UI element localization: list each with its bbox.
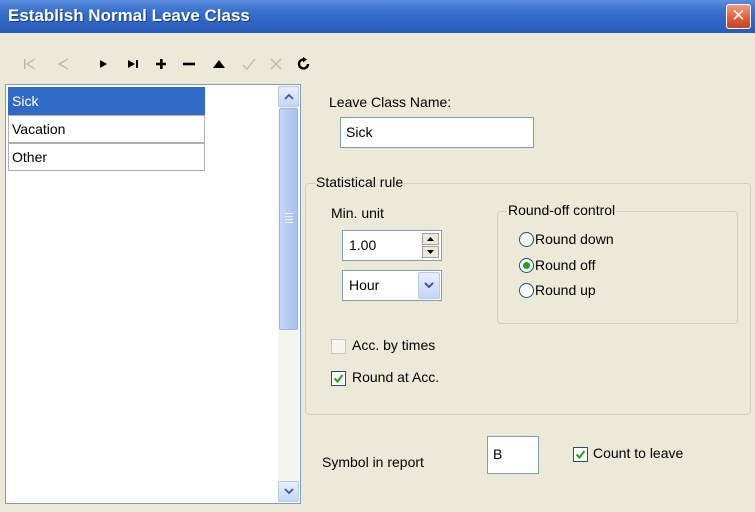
- add-record-button[interactable]: [150, 55, 172, 73]
- round-off-label[interactable]: Round off: [535, 257, 595, 273]
- leave-class-list[interactable]: Sick Vacation Other: [5, 84, 301, 504]
- last-record-icon: [128, 60, 138, 68]
- add-record-icon: [156, 59, 166, 69]
- scroll-down-button[interactable]: [278, 481, 299, 502]
- acc-by-times-label[interactable]: Acc. by times: [352, 337, 435, 353]
- spin-down-icon: [427, 250, 434, 254]
- close-button[interactable]: ✕: [726, 4, 751, 29]
- previous-record-icon: [57, 58, 69, 70]
- round-up-label[interactable]: Round up: [535, 282, 596, 298]
- count-to-leave-checkbox[interactable]: [573, 447, 588, 462]
- first-record-icon: [24, 58, 36, 70]
- round-off-control-legend: Round-off control: [507, 202, 617, 218]
- scroll-up-button[interactable]: [278, 86, 299, 107]
- next-record-button[interactable]: [92, 55, 114, 73]
- chevron-down-icon: [283, 488, 294, 495]
- window-title: Establish Normal Leave Class: [8, 6, 250, 25]
- round-up-radio[interactable]: [519, 283, 534, 298]
- statistical-rule-legend: Statistical rule: [315, 174, 405, 190]
- check-icon: [575, 450, 586, 460]
- leave-class-name-label: Leave Class Name:: [329, 94, 452, 110]
- radio-selected-dot: [523, 262, 530, 269]
- round-at-acc-checkbox[interactable]: [331, 371, 346, 386]
- symbol-in-report-label: Symbol in report: [322, 454, 424, 470]
- round-at-acc-label[interactable]: Round at Acc.: [352, 369, 439, 385]
- edit-record-icon: [213, 60, 225, 68]
- next-record-icon: [100, 60, 107, 68]
- post-record-icon: [242, 58, 256, 70]
- leave-class-name-input[interactable]: Sick: [340, 117, 534, 148]
- list-item[interactable]: Vacation: [8, 115, 205, 143]
- unit-dropdown-button[interactable]: [418, 272, 440, 299]
- chevron-down-icon: [424, 282, 434, 289]
- dialog-window: Establish Normal Leave Class ✕ Sick Vaca…: [0, 0, 755, 512]
- navigator-toolbar: [0, 33, 755, 83]
- round-down-label[interactable]: Round down: [535, 231, 614, 247]
- cancel-record-icon: [270, 58, 282, 70]
- symbol-in-report-input[interactable]: B: [487, 436, 539, 474]
- chevron-up-icon: [283, 93, 294, 100]
- last-record-button[interactable]: [122, 55, 144, 73]
- spin-up-button[interactable]: [422, 233, 439, 245]
- min-unit-stepper[interactable]: 1.00: [342, 230, 442, 261]
- round-off-radio[interactable]: [519, 258, 534, 273]
- list-item[interactable]: Sick: [8, 87, 205, 115]
- list-scrollbar[interactable]: [278, 86, 299, 502]
- title-bar[interactable]: Establish Normal Leave Class ✕: [0, 0, 755, 33]
- list-item[interactable]: Other: [8, 143, 205, 171]
- check-icon: [333, 374, 344, 384]
- delete-record-icon: [183, 62, 195, 66]
- unit-value: Hour: [349, 277, 380, 293]
- close-icon: ✕: [731, 6, 746, 25]
- previous-record-button[interactable]: [52, 55, 74, 73]
- unit-select[interactable]: Hour: [342, 270, 442, 301]
- min-unit-label: Min. unit: [331, 205, 384, 221]
- post-record-button[interactable]: [238, 55, 260, 73]
- refresh-button[interactable]: [293, 55, 315, 73]
- spin-down-button[interactable]: [422, 246, 439, 258]
- first-record-button[interactable]: [19, 55, 41, 73]
- min-unit-value: 1.00: [349, 237, 377, 253]
- refresh-icon: [297, 57, 310, 70]
- cancel-record-button[interactable]: [265, 55, 287, 73]
- delete-record-button[interactable]: [178, 55, 200, 73]
- spin-up-icon: [427, 237, 434, 241]
- acc-by-times-checkbox[interactable]: [331, 339, 346, 354]
- count-to-leave-label[interactable]: Count to leave: [593, 445, 683, 461]
- scroll-thumb[interactable]: [279, 108, 298, 330]
- round-down-radio[interactable]: [519, 232, 534, 247]
- edit-record-button[interactable]: [208, 55, 230, 73]
